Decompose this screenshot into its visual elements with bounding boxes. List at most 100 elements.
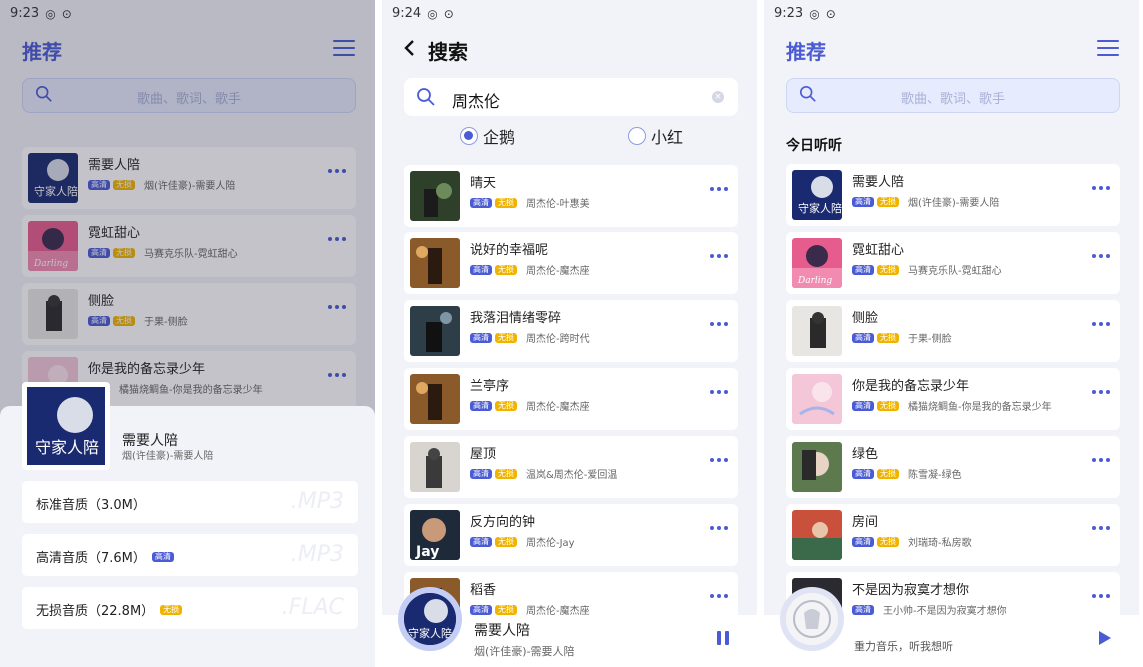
hq-badge: 高清 [151,551,174,562]
more-icon[interactable] [1092,526,1110,530]
lossless-badge: 无损 [877,468,899,479]
quality-label: 标准音质（3.0M） [36,498,146,513]
song-artist: 马赛克乐队-霓虹甜心 [908,266,1002,277]
song-artist: 烟(许佳豪)-需要人陪 [908,198,1000,209]
location-icon: ⊙ [443,6,454,21]
result-row[interactable]: 说好的幸福呢 高清 无损 周杰伦-魔杰座 [404,232,738,294]
hq-badge: 高清 [852,196,874,207]
song-artist: 周杰伦-Jay [526,538,575,549]
song-title: 绿色 [852,447,879,462]
quality-option-hq[interactable]: 高清音质（7.6M） 高清 .MP3 [22,534,358,576]
radio-label: 小红 [651,128,684,147]
more-icon[interactable] [710,390,728,394]
result-row[interactable]: 晴天 高清 无损 周杰伦-叶惠美 [404,165,738,227]
more-icon[interactable] [1092,458,1110,462]
album-cover: Darling [792,238,842,288]
search-bar[interactable]: 歌曲、歌词、歌手 [786,78,1120,113]
more-icon[interactable] [710,187,728,191]
more-icon[interactable] [1092,390,1110,394]
song-row[interactable]: 你是我的备忘录少年 高清 无损 橘猫烧鲷鱼-你是我的备忘录少年 [786,368,1120,430]
song-artist: 刘瑞琦-私房歌 [908,538,972,549]
pause-icon[interactable] [717,631,729,645]
notification-icon: ◎ [427,6,438,21]
menu-icon[interactable] [1097,40,1119,56]
hq-badge: 高清 [470,468,492,479]
song-artist: 橘猫烧鲷鱼-你是我的备忘录少年 [908,402,1052,413]
more-icon[interactable] [1092,186,1110,190]
result-row[interactable]: 兰亭序 高清 无损 周杰伦-魔杰座 [404,368,738,430]
song-title: 反方向的钟 [470,515,536,530]
song-title: 晴天 [470,176,497,191]
hq-badge: 高清 [852,264,874,275]
search-placeholder: 歌曲、歌词、歌手 [900,92,1005,107]
back-arrow-icon[interactable] [402,39,416,57]
more-icon[interactable] [710,254,728,258]
hq-badge: 高清 [470,400,492,411]
more-icon[interactable] [710,458,728,462]
source-radio-xiaohong[interactable]: 小红 [628,124,683,148]
quality-option-lossless[interactable]: 无损音质（22.8M） 无损 .FLAC [22,587,358,629]
radio-unselected-icon [628,127,646,145]
notification-icon: ◎ [809,6,820,21]
more-icon[interactable] [1092,594,1110,598]
song-title: 霓虹甜心 [852,243,905,258]
lossless-badge: 无损 [877,196,899,207]
more-icon[interactable] [710,526,728,530]
result-row[interactable]: 我落泪情绪零碎 高清 无损 周杰伦-跨时代 [404,300,738,362]
album-cover [410,442,460,492]
album-cover [792,374,842,424]
quality-option-standard[interactable]: 标准音质（3.0M） .MP3 [22,481,358,523]
lossless-badge: 无损 [495,264,517,275]
lossless-badge: 无损 [160,604,183,615]
result-row[interactable]: Jay 反方向的钟 高清 无损 周杰伦-Jay [404,504,738,566]
location-icon: ⊙ [825,6,836,21]
song-row[interactable]: 守家人陪 需要人陪 高清 无损 烟(许佳豪)-需要人陪 [786,164,1120,226]
clear-icon[interactable]: × [712,91,724,103]
player-cover: 守家人陪 [404,593,456,645]
song-row[interactable]: 房间 高清 无损 刘瑞琦-私房歌 [786,504,1120,566]
song-row[interactable]: 绿色 高清 无损 陈雪凝-绿色 [786,436,1120,498]
source-radio-qq[interactable]: 企鹅 [460,124,515,148]
hq-badge: 高清 [852,400,874,411]
status-bar: 9:23 ◎ ⊙ [774,6,836,21]
lossless-badge: 无损 [495,536,517,547]
song-title: 说好的幸福呢 [470,243,549,258]
album-cover [410,306,460,356]
page-title: 搜索 [428,40,468,64]
more-icon[interactable] [1092,254,1110,258]
search-input[interactable]: 周杰伦 × [404,78,738,116]
player-disc[interactable] [780,587,844,651]
song-title: 屋顶 [470,447,497,462]
player-disc[interactable]: 守家人陪 [398,587,462,651]
quality-format: .FLAC [281,595,344,620]
song-row[interactable]: Darling 霓虹甜心 高清 无损 马赛克乐队-霓虹甜心 [786,232,1120,294]
album-cover: 守家人陪 [792,170,842,220]
svg-text:Jay: Jay [415,544,439,560]
hq-badge: 高清 [852,332,874,343]
play-icon[interactable] [1099,631,1111,645]
song-row[interactable]: 侧脸 高清 无损 于果-侧脸 [786,300,1120,362]
album-cover [792,510,842,560]
song-title: 房间 [852,515,879,530]
more-icon[interactable] [710,594,728,598]
album-cover [410,374,460,424]
hq-badge: 高清 [852,536,874,547]
status-time: 9:23 [774,6,804,21]
lossless-badge: 无损 [495,400,517,411]
album-cover [410,238,460,288]
svg-text:守家人陪: 守家人陪 [798,201,842,215]
more-icon[interactable] [1092,322,1110,326]
player-song-sub: 烟(许佳豪)-需要人陪 [474,645,575,658]
song-artist: 陈雪凝-绿色 [908,470,962,481]
quality-format: .MP3 [290,542,344,567]
hq-badge: 高清 [470,264,492,275]
radio-selected-icon [460,127,478,145]
song-artist: 周杰伦-魔杰座 [526,402,590,413]
quality-label: 高清音质（7.6M） [36,551,146,566]
song-title: 我落泪情绪零碎 [470,311,562,326]
page-title: 推荐 [786,40,826,64]
result-row[interactable]: 屋顶 高清 无损 温岚&周杰伦-爱回温 [404,436,738,498]
song-title: 需要人陪 [852,175,905,190]
player-tagline: 重力音乐，听我想听 [854,640,953,653]
more-icon[interactable] [710,322,728,326]
